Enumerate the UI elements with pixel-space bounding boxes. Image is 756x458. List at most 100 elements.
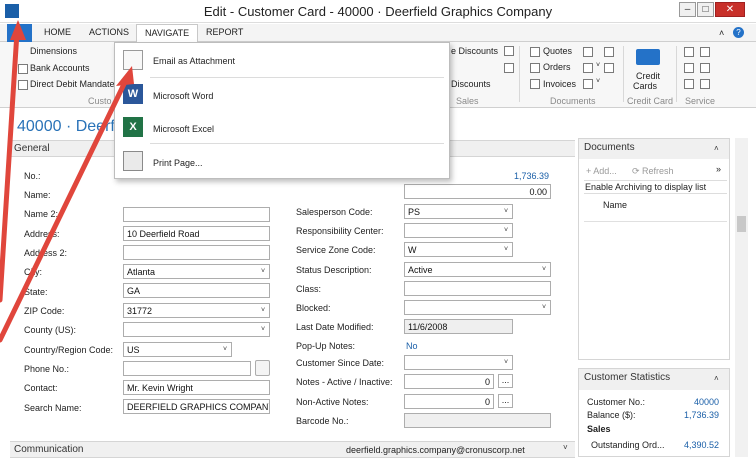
credit-limit-input[interactable]: 0.00: [404, 184, 551, 199]
service-zone-dropdown-icon[interactable]: ˅: [500, 243, 512, 256]
responsibility-dropdown-icon[interactable]: ˅: [500, 224, 512, 237]
clipboard-icon[interactable]: [604, 47, 614, 57]
statistics-collapse-icon[interactable]: ˄: [714, 374, 719, 383]
chevron-down-icon-2[interactable]: ˅: [596, 78, 600, 85]
country-select[interactable]: US: [123, 342, 232, 357]
field-label-search-name: Search Name:: [24, 403, 82, 413]
documents-collapse-icon[interactable]: ˄: [714, 144, 719, 153]
salesperson-select[interactable]: PS: [404, 204, 513, 219]
county-dropdown-icon[interactable]: ˅: [257, 323, 269, 336]
tab-navigate[interactable]: NAVIGATE: [136, 24, 199, 43]
minimize-ribbon-icon[interactable]: ˄: [719, 28, 724, 38]
ribbon-bank-accounts[interactable]: Bank Accounts: [30, 63, 90, 73]
chevron-down-icon[interactable]: ˅: [596, 62, 600, 69]
phone-input[interactable]: [123, 361, 251, 376]
help-icon[interactable]: ?: [733, 27, 744, 38]
ribbon-invoice-discounts[interactable]: Discounts: [451, 79, 491, 89]
email-icon: [123, 50, 143, 70]
label-responsibility: Responsibility Center:: [296, 226, 384, 236]
address-2-input[interactable]: [123, 245, 270, 260]
state-input[interactable]: GA: [123, 283, 270, 298]
ribbon-invoices[interactable]: Invoices: [543, 79, 576, 89]
group-credit-card-caption: Credit Card: [627, 96, 674, 106]
document-icon-4[interactable]: [583, 79, 593, 89]
close-button[interactable]: ✕: [715, 2, 745, 17]
page-scrollbar[interactable]: [735, 138, 748, 457]
last-modified-value: 11/6/2008: [404, 319, 513, 334]
blocked-dropdown-icon[interactable]: ˅: [538, 301, 550, 314]
country-dropdown-icon[interactable]: ˅: [219, 343, 231, 356]
label-service-zone: Service Zone Code:: [296, 245, 376, 255]
salesperson-dropdown-icon[interactable]: ˅: [500, 205, 512, 218]
barcode-input[interactable]: [404, 413, 551, 428]
credit-cards-label-1[interactable]: Credit: [636, 71, 660, 81]
customer-since-select[interactable]: [404, 355, 513, 370]
name-2-input[interactable]: [123, 207, 270, 222]
address-input[interactable]: 10 Deerfield Road: [123, 226, 270, 241]
application-menu-button[interactable]: ▾: [7, 24, 32, 42]
document-icon-3[interactable]: [604, 63, 614, 73]
field-label-no: No.:: [24, 171, 41, 181]
documents-refresh-button[interactable]: ⟳ Refresh: [632, 166, 674, 177]
ribbon-line-discounts[interactable]: e Discounts: [451, 46, 498, 56]
credit-cards-label-2[interactable]: Cards: [633, 81, 657, 91]
contact-input[interactable]: Mr. Kevin Wright: [123, 380, 270, 395]
ribbon-orders[interactable]: Orders: [543, 62, 571, 72]
stat-value-customer-no[interactable]: 40000: [650, 397, 719, 407]
document-icon-2[interactable]: [583, 63, 593, 73]
service-icon[interactable]: [684, 47, 694, 57]
service-zone-select[interactable]: W: [404, 242, 513, 257]
city-dropdown-icon[interactable]: ˅: [257, 265, 269, 278]
search-name-input[interactable]: DEERFIELD GRAPHICS COMPANY: [123, 399, 270, 414]
menu-microsoft-word[interactable]: Microsoft Word: [153, 91, 213, 101]
balance-value[interactable]: 1,736.39: [470, 171, 549, 181]
tab-home[interactable]: HOME: [44, 27, 71, 37]
menu-microsoft-excel[interactable]: Microsoft Excel: [153, 124, 214, 134]
non-active-notes-input[interactable]: 0: [404, 394, 494, 409]
restore-button[interactable]: □: [697, 2, 714, 17]
document-icon[interactable]: [583, 47, 593, 57]
city-select[interactable]: Atlanta: [123, 264, 270, 279]
non-active-notes-lookup-button[interactable]: ...: [498, 394, 513, 408]
service-icon-5[interactable]: [684, 79, 694, 89]
documents-more-button[interactable]: »: [716, 164, 721, 174]
group-sales-caption: Sales: [456, 96, 479, 106]
label-salesperson: Salesperson Code:: [296, 207, 373, 217]
status-dropdown-icon[interactable]: ˅: [538, 263, 550, 276]
scrollbar-thumb[interactable]: [737, 216, 746, 232]
stat-value-balance[interactable]: 1,736.39: [650, 410, 719, 420]
ribbon-quotes[interactable]: Quotes: [543, 46, 572, 56]
notes-active-input[interactable]: 0: [404, 374, 494, 389]
service-icon-3[interactable]: [684, 63, 694, 73]
zip-dropdown-icon[interactable]: ˅: [257, 304, 269, 317]
minimize-button[interactable]: –: [679, 2, 696, 17]
tab-actions[interactable]: ACTIONS: [89, 27, 129, 37]
service-icon-4[interactable]: [700, 63, 710, 73]
tab-report[interactable]: REPORT: [206, 27, 243, 37]
menu-separator-2: [150, 143, 444, 144]
service-icon-2[interactable]: [700, 47, 710, 57]
ribbon-direct-debit[interactable]: Direct Debit Mandates: [30, 79, 119, 89]
documents-add-button[interactable]: + Add...: [586, 166, 617, 176]
responsibility-select[interactable]: [404, 223, 513, 238]
printer-icon[interactable]: [700, 79, 710, 89]
county-select[interactable]: [123, 322, 270, 337]
customer-since-dropdown-icon[interactable]: ˅: [500, 356, 512, 369]
ribbon-dimensions[interactable]: Dimensions: [30, 46, 77, 56]
menu-email-as-attachment[interactable]: Email as Attachment: [153, 56, 235, 66]
zip-select[interactable]: 31772: [123, 303, 270, 318]
stat-value-outstanding[interactable]: 4,390.52: [650, 440, 719, 450]
statistics-factbox-header[interactable]: Customer Statistics: [579, 369, 729, 390]
blocked-select[interactable]: [404, 300, 551, 315]
class-input[interactable]: [404, 281, 551, 296]
documents-factbox-header[interactable]: Documents: [579, 139, 729, 159]
status-select[interactable]: Active: [404, 262, 551, 277]
popup-notes-link[interactable]: No: [406, 341, 418, 351]
communication-expand-icon[interactable]: ˅: [563, 443, 568, 452]
field-label-address: Address:: [24, 229, 60, 239]
excel-icon: X: [123, 117, 143, 137]
notes-active-lookup-button[interactable]: ...: [498, 374, 513, 388]
menu-print-page[interactable]: Print Page...: [153, 158, 203, 168]
phone-call-icon[interactable]: [255, 360, 270, 376]
field-label-city: City:: [24, 267, 42, 277]
